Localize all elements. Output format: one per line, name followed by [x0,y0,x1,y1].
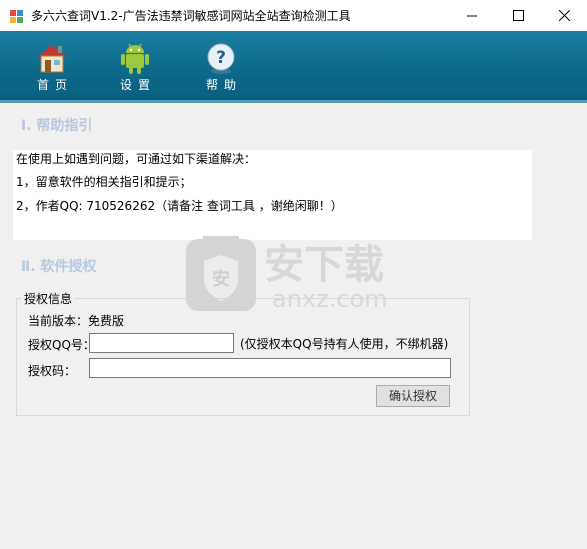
toolbar-divider [0,100,587,103]
android-icon [121,43,149,74]
confirm-license-button[interactable]: 确认授权 [376,385,450,407]
license-code-input[interactable] [89,358,451,378]
qq-label: 授权QQ号： [28,338,95,352]
qq-hint: (仅授权本QQ号持有人使用，不绑机器) [240,337,449,351]
minimize-button[interactable] [449,0,495,31]
toolbar-help-label: 帮助 [205,78,242,92]
help-line-2: 1，留意软件的相关指引和提示； [16,175,192,189]
maximize-icon [512,10,524,21]
home-icon [38,45,66,73]
code-label: 授权码： [28,364,77,378]
svg-text:?: ? [216,48,226,68]
qq-input[interactable] [89,333,234,353]
app-icon [10,10,23,23]
help-text-box: 在使用上如遇到问题，可通过如下渠道解决： 1，留意软件的相关指引和提示； 2，作… [13,150,532,240]
toolbar-home-button[interactable]: 首页 [17,33,87,93]
help-section-heading: Ⅰ. 帮助指引 [21,118,93,134]
title-bar: 多六六查词V1.2-广告法违禁词敏感词网站全站查询检测工具 [0,0,587,31]
version-value: 免费版 [88,314,125,328]
toolbar-home-label: 首页 [36,78,73,92]
license-group-title: 授权信息 [22,290,75,307]
window-title: 多六六查词V1.2-广告法违禁词敏感词网站全站查询检测工具 [31,9,351,23]
toolbar-help-button[interactable]: ? 帮助 [186,33,256,93]
toolbar [0,31,587,100]
help-line-1: 在使用上如遇到问题，可通过如下渠道解决： [16,152,257,166]
close-button[interactable] [541,0,587,31]
minimize-icon [467,15,477,16]
toolbar-settings-label: 设置 [119,78,156,92]
license-section-heading: Ⅱ. 软件授权 [21,259,97,275]
help-icon: ? [207,43,235,74]
help-line-3: 2，作者QQ: 710526262（请备注 查词工具 ，谢绝闲聊！） [16,199,343,213]
watermark-badge: 安 [212,268,230,290]
watermark-text-cn: 安下载 [264,242,384,288]
toolbar-settings-button[interactable]: 设置 [100,33,170,93]
maximize-button[interactable] [495,0,541,31]
close-icon [558,10,570,21]
version-label: 当前版本： [28,314,89,328]
